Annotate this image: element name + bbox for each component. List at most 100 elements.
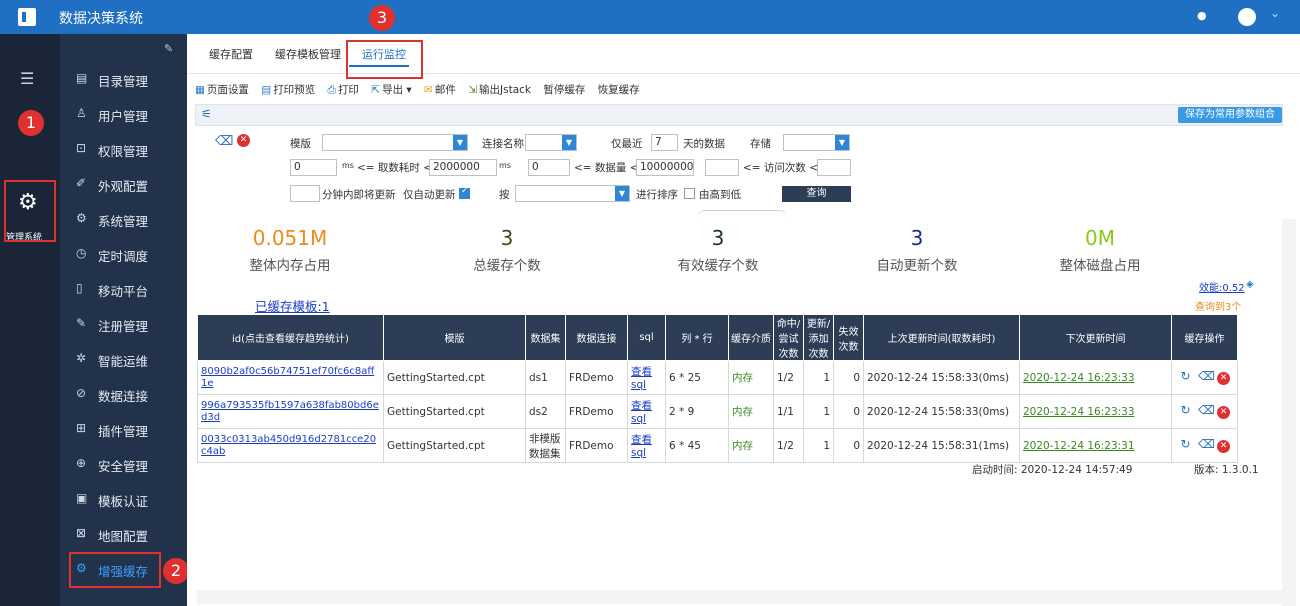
avatar[interactable] (1238, 8, 1256, 26)
collapse-handle[interactable] (697, 210, 787, 218)
sidebar-item-6[interactable]: ▯ 移动平台 (60, 272, 187, 306)
sidebar-item-11[interactable]: ⊕ 安全管理 (60, 447, 187, 481)
directory-icon[interactable]: ☰ (20, 69, 34, 88)
refresh-icon[interactable]: ↻ (1179, 438, 1192, 451)
sidebar-item-9[interactable]: ⊘ 数据连接 (60, 377, 187, 411)
efficiency-link[interactable]: 效能:0.52 (1199, 279, 1245, 294)
recent-label: 仅最近 (611, 138, 643, 150)
table-row: 0033c0313ab450d916d2781cce20c4ab GettingS… (197, 428, 1238, 463)
cached-templates-link[interactable]: 已缓存模板:1 (255, 296, 330, 315)
chevron-down-icon[interactable]: ⌄ (1270, 6, 1280, 20)
save-param-button[interactable]: 保存为常用参数组合 (1178, 107, 1282, 123)
rows-min-input[interactable]: 0 (528, 159, 570, 176)
delete-icon[interactable]: ✕ (1217, 372, 1230, 385)
connection-select[interactable]: ▼ (525, 134, 577, 151)
sidebar-item-12[interactable]: ▣ 模板认证 (60, 482, 187, 516)
minutes-label: 分钟内即将更新 (322, 189, 396, 201)
dropdown-arrow-icon: ▼ (835, 135, 849, 150)
clear-icon[interactable]: ⌫ (1198, 404, 1215, 417)
bell-icon[interactable]: ● (1197, 9, 1207, 22)
sidebar-item-3[interactable]: ✐ 外观配置 (60, 167, 187, 201)
query-button[interactable]: 查询 (782, 186, 851, 202)
sidebar-item-0[interactable]: ▤ 目录管理 (60, 62, 187, 96)
fetch-time-max-input[interactable]: 2000000 (429, 159, 497, 176)
sort-field-select[interactable]: ▼ (515, 185, 630, 202)
storage-select[interactable]: ▼ (783, 134, 850, 151)
sidebar-item-4[interactable]: ⚙ 系统管理 (60, 202, 187, 236)
cert-icon: ▣ (76, 491, 88, 505)
pin-icon[interactable]: ✎ (164, 42, 173, 55)
recent-days-input[interactable]: 7 (651, 134, 678, 151)
cache-id-link[interactable]: 996a793535fb1597a638fab80bd6ed3d (197, 394, 384, 429)
sidebar-item-1[interactable]: ♙ 用户管理 (60, 97, 187, 131)
print-preview-icon: ▤ (261, 84, 272, 96)
jstack-button[interactable]: ⇲ 输出Jstack (468, 82, 531, 97)
sidebar-item-2[interactable]: ⊡ 权限管理 (60, 132, 187, 166)
clear-filter-icon[interactable]: ⌫ (215, 134, 233, 149)
refresh-icon[interactable]: ↻ (1179, 404, 1192, 417)
tab-cache-config[interactable]: 缓存配置 (209, 46, 253, 62)
export-button[interactable]: ⇱ 导出 ▾ (371, 82, 411, 97)
stat-value: 0.051M (252, 226, 328, 250)
view-sql-link[interactable]: 查看sql (627, 428, 666, 463)
minutes-input[interactable] (290, 185, 320, 202)
connection-cell: FRDemo (565, 394, 628, 429)
fetch-time-min-input[interactable]: 0 (290, 159, 337, 176)
view-sql-link[interactable]: 查看sql (627, 360, 666, 395)
print-preview-button[interactable]: ▤ 打印预览 (261, 82, 315, 97)
ms-unit-label: ms (499, 161, 511, 170)
print-button[interactable]: ⎙ 打印 (328, 82, 359, 97)
stat-label: 总缓存个数 (473, 258, 541, 274)
horizontal-scrollbar[interactable] (197, 590, 1282, 604)
table-row: 996a793535fb1597a638fab80bd6ed3d GettingS… (197, 394, 1238, 429)
next-update-link[interactable]: 2020-12-24 16:23:33 (1019, 360, 1172, 395)
stat-card: 3 自动更新个数 (832, 226, 1002, 274)
updates-cell: 1 (803, 394, 834, 429)
last-update-cell: 2020-12-24 15:58:31(1ms) (863, 428, 1020, 463)
storage-label: 存储 (750, 138, 771, 150)
connection-cell: FRDemo (565, 360, 628, 395)
clear-icon[interactable]: ⌫ (1198, 370, 1215, 383)
clear-icon[interactable]: ⌫ (1198, 438, 1215, 451)
desc-label: 由高到低 (699, 189, 741, 201)
column-header: 命中/尝试次数 (773, 314, 804, 361)
visit-max-input[interactable] (817, 159, 851, 176)
auto-update-checkbox[interactable] (459, 186, 470, 199)
clock-icon: ◷ (76, 246, 87, 260)
sidebar-item-label: 地图配置 (98, 529, 149, 544)
sidebar-item-label: 外观配置 (98, 179, 149, 194)
sidebar-item-13[interactable]: ⊠ 地图配置 (60, 517, 187, 551)
cache-id-link[interactable]: 8090b2af0c56b74751ef70fc6c8aff1e (197, 360, 384, 395)
cache-id-link[interactable]: 0033c0313ab450d916d2781cce20c4ab (197, 428, 384, 463)
resume-cache-button[interactable]: 恢复缓存 (598, 82, 640, 97)
close-icon[interactable]: ✕ (237, 134, 250, 147)
sidebar-item-7[interactable]: ✎ 注册管理 (60, 307, 187, 341)
template-cell: GettingStarted.cpt (383, 428, 526, 463)
next-update-link[interactable]: 2020-12-24 16:23:33 (1019, 394, 1172, 429)
sidebar-item-8[interactable]: ✲ 智能运维 (60, 342, 187, 376)
pause-cache-button[interactable]: 暂停缓存 (543, 82, 585, 97)
gear-icon: ⚙ (76, 211, 87, 225)
tab-cache-template-manage[interactable]: 缓存模板管理 (275, 46, 341, 62)
desc-checkbox[interactable] (684, 188, 695, 199)
filter-settings-icon[interactable]: ⚟ (201, 107, 212, 121)
next-update-link[interactable]: 2020-12-24 16:23:31 (1019, 428, 1172, 463)
medium-cell: 内存 (728, 428, 774, 463)
dropdown-arrow-icon: ▼ (615, 186, 629, 201)
sidebar-item-10[interactable]: ⊞ 插件管理 (60, 412, 187, 446)
view-sql-link[interactable]: 查看sql (627, 394, 666, 429)
dropdown-arrow-icon: ▼ (453, 135, 467, 150)
template-select[interactable]: ▼ (322, 134, 468, 151)
refresh-icon[interactable]: ↻ (1179, 370, 1192, 383)
delete-icon[interactable]: ✕ (1217, 406, 1230, 419)
mail-button[interactable]: ✉ 邮件 (424, 82, 456, 97)
puzzle-icon: ⊞ (76, 421, 87, 435)
vertical-scrollbar[interactable] (1282, 219, 1296, 606)
info-icon[interactable]: ◈ (1246, 279, 1254, 290)
delete-icon[interactable]: ✕ (1217, 440, 1230, 453)
sidebar-item-5[interactable]: ◷ 定时调度 (60, 237, 187, 271)
stat-label: 整体磁盘占用 (1059, 258, 1141, 274)
page-setup-button[interactable]: ▦ 页面设置 (195, 82, 249, 97)
visit-min-input[interactable] (705, 159, 739, 176)
rows-max-input[interactable]: 10000000 (636, 159, 694, 176)
